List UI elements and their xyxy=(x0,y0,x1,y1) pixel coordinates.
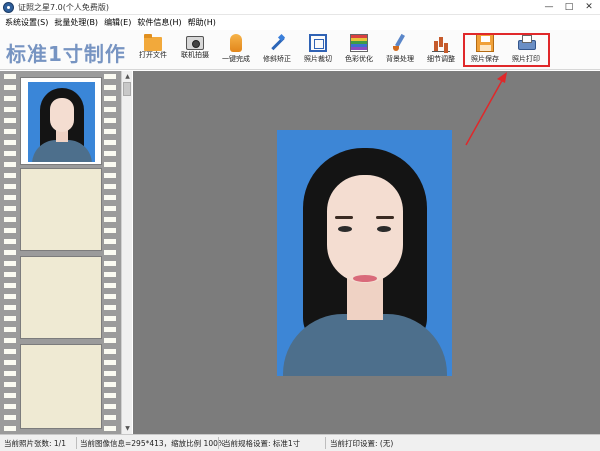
status-image-info: 当前图像信息=295*413，缩放比例 100% xyxy=(80,439,225,448)
filmstrip-scrollbar[interactable]: ▲ ▼ xyxy=(121,71,132,434)
thumb-face xyxy=(50,98,74,132)
photo-right-eye xyxy=(377,226,391,232)
photo-crop-label: 照片裁切 xyxy=(304,55,332,63)
color-optimize-label: 色彩优化 xyxy=(345,55,373,63)
open-file-label: 打开文件 xyxy=(139,51,167,59)
app-logo-icon xyxy=(3,2,14,13)
tilt-correction-label: 修斜矫正 xyxy=(263,55,291,63)
status-print: 当前打印设置: (无) xyxy=(330,439,394,448)
close-button[interactable]: ✕ xyxy=(582,1,596,13)
maximize-button[interactable]: □ xyxy=(562,1,576,13)
preview-canvas[interactable] xyxy=(133,71,600,434)
mode-title: 标准1寸制作 xyxy=(6,42,126,66)
title-bar: 证照之星7.0(个人免费版) — □ ✕ xyxy=(0,0,600,15)
photo-lips xyxy=(353,275,377,282)
menu-batch-processing[interactable]: 批量处理(B) xyxy=(54,15,98,30)
menu-edit[interactable]: 编辑(E) xyxy=(104,15,131,30)
arrow-shaft xyxy=(465,76,505,146)
window-controls: — □ ✕ xyxy=(542,1,596,13)
menu-help[interactable]: 帮助(H) xyxy=(188,15,216,30)
detail-adjust-label: 细节调整 xyxy=(427,55,455,63)
scroll-up-icon[interactable]: ▲ xyxy=(123,72,132,81)
tilt-correction-button[interactable]: 修斜矫正 xyxy=(257,34,297,68)
status-separator xyxy=(218,437,219,449)
one-click-finish-label: 一键完成 xyxy=(222,55,250,63)
bar-chart-icon xyxy=(432,34,450,52)
thumbnail-frame-1[interactable] xyxy=(20,77,102,165)
thumbnail-frame-4[interactable] xyxy=(20,344,102,429)
menu-bar: 系统设置(S) 批量处理(B) 编辑(E) 软件信息(H) 帮助(H) xyxy=(0,15,600,30)
color-optimize-button[interactable]: 色彩优化 xyxy=(339,34,379,68)
detail-adjust-button[interactable]: 细节调整 xyxy=(421,34,461,68)
thumbnail-frame-2[interactable] xyxy=(20,168,102,251)
photo-right-brow xyxy=(376,216,394,219)
camera-icon xyxy=(186,36,204,50)
tethered-capture-label: 联机拍摄 xyxy=(181,51,209,59)
scroll-thumb[interactable] xyxy=(123,82,131,96)
status-photo-count: 当前照片张数: 1/1 xyxy=(4,439,66,448)
window-title: 证照之星7.0(个人免费版) xyxy=(18,3,109,12)
menu-system-settings[interactable]: 系统设置(S) xyxy=(5,15,48,30)
one-click-finish-button[interactable]: 一键完成 xyxy=(216,34,256,68)
film-perforation-right xyxy=(104,71,116,434)
menu-software-info[interactable]: 软件信息(H) xyxy=(137,15,181,30)
photo-left-eye xyxy=(338,226,352,232)
brush-icon xyxy=(391,34,409,52)
thumbnail-frame-3[interactable] xyxy=(20,256,102,339)
status-separator xyxy=(325,437,326,449)
folder-icon xyxy=(144,34,162,51)
open-file-button[interactable]: 打开文件 xyxy=(133,34,173,68)
crop-icon xyxy=(309,34,327,52)
photo-crop-button[interactable]: 照片裁切 xyxy=(298,34,338,68)
highlight-annotation-box xyxy=(463,33,550,67)
magic-wand-icon xyxy=(268,34,286,52)
color-palette-icon xyxy=(350,34,368,52)
minimize-button[interactable]: — xyxy=(542,1,556,13)
scroll-down-icon[interactable]: ▼ xyxy=(123,424,132,433)
background-process-label: 背景处理 xyxy=(386,55,414,63)
annotation-arrow xyxy=(465,72,507,146)
status-bar: 当前照片张数: 1/1 当前图像信息=295*413，缩放比例 100% 当前规… xyxy=(0,434,600,451)
arrow-head xyxy=(497,72,507,83)
status-separator xyxy=(76,437,77,449)
film-perforation-left xyxy=(4,71,16,434)
thumbnail-filmstrip xyxy=(0,71,121,434)
background-process-button[interactable]: 背景处理 xyxy=(380,34,420,68)
id-photo-preview[interactable] xyxy=(277,130,452,376)
photo-left-brow xyxy=(335,216,353,219)
thumbnail-image xyxy=(28,82,95,162)
hand-icon xyxy=(230,34,242,52)
tethered-capture-button[interactable]: 联机拍摄 xyxy=(175,34,215,68)
status-spec: 当前规格设置: 标准1寸 xyxy=(223,439,301,448)
